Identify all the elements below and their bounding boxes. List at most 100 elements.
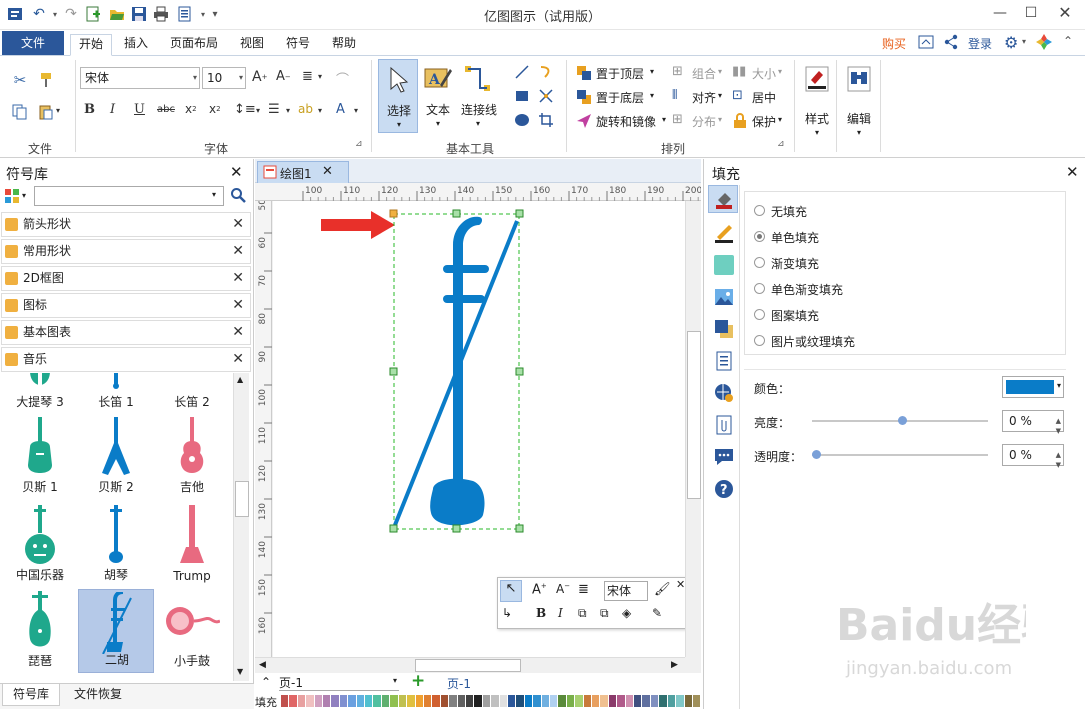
palette-swatch[interactable] <box>423 695 433 707</box>
library-category-2d-block[interactable]: 2D框图 ✕ <box>1 266 251 291</box>
palette-swatch[interactable] <box>457 695 466 707</box>
layer-tab-icon[interactable] <box>714 319 734 339</box>
symbol-grid-scrollbar[interactable]: ▲ ▼ <box>233 373 249 681</box>
radio-no-fill[interactable] <box>754 205 765 216</box>
close-category-icon[interactable]: ✕ <box>232 348 244 371</box>
settings-gear-icon[interactable]: ⚙ <box>1004 33 1018 52</box>
tab-insert[interactable]: 插入 <box>116 34 156 56</box>
tab-page-layout[interactable]: 页面布局 <box>162 34 226 56</box>
hscroll-right-icon[interactable]: ▶ <box>671 660 678 670</box>
palette-swatch[interactable] <box>373 695 382 707</box>
palette-swatch[interactable] <box>642 695 651 707</box>
minimize-button[interactable]: — <box>985 2 1015 24</box>
palette-swatch[interactable] <box>491 695 500 707</box>
close-document-icon[interactable]: ✕ <box>322 164 333 179</box>
library-category-common[interactable]: 常用形状 ✕ <box>1 239 251 264</box>
canvas-vertical-scrollbar[interactable] <box>685 201 701 657</box>
image-tab-icon[interactable] <box>714 287 734 307</box>
palette-swatch[interactable] <box>566 695 576 707</box>
mini-front-icon[interactable]: ⧉ <box>578 606 587 621</box>
transparency-slider[interactable] <box>812 450 988 459</box>
settings-dropdown-icon[interactable]: ▾ <box>1022 37 1026 46</box>
close-fill-panel-icon[interactable]: ✕ <box>1066 163 1079 181</box>
palette-swatch[interactable] <box>692 695 702 707</box>
palette-swatch[interactable] <box>449 695 458 707</box>
palette-swatch[interactable] <box>507 695 517 707</box>
library-category-basic-charts[interactable]: 基本图表 ✕ <box>1 320 251 345</box>
library-category-music[interactable]: 音乐 ✕ <box>1 347 251 372</box>
subscript-icon[interactable]: x2 <box>185 102 197 116</box>
close-category-icon[interactable]: ✕ <box>232 240 244 263</box>
close-category-icon[interactable]: ✕ <box>232 267 244 290</box>
edit-button[interactable]: 编辑 ▾ <box>842 62 876 142</box>
paste-dropdown-icon[interactable]: ▾ <box>56 106 60 115</box>
palette-swatch[interactable] <box>356 695 366 707</box>
palette-swatch[interactable] <box>608 695 618 707</box>
align-button[interactable]: ⫴ 对齐 ▾ <box>672 88 730 106</box>
palette-swatch[interactable] <box>676 695 685 707</box>
page-setup-tab-icon[interactable] <box>714 351 734 371</box>
library-menu-dropdown-icon[interactable]: ▾ <box>22 191 26 200</box>
customize-quick-access-icon[interactable]: ▾ <box>206 5 224 23</box>
radio-pattern-fill[interactable] <box>754 309 765 320</box>
palette-swatch[interactable] <box>516 695 525 707</box>
highlight-dropdown-icon[interactable]: ▾ <box>318 106 322 115</box>
paste-icon[interactable] <box>36 102 56 122</box>
palette-swatch[interactable] <box>474 695 483 707</box>
scroll-up-icon[interactable]: ▲ <box>237 375 243 384</box>
rotate-flip-button[interactable]: 旋转和镜像 ▾ <box>576 112 670 130</box>
export-icon[interactable] <box>176 5 194 23</box>
palette-swatch[interactable] <box>306 695 315 707</box>
palette-swatch[interactable] <box>465 695 475 707</box>
style-button[interactable]: 样式 ▾ <box>800 62 834 142</box>
tab-symbol[interactable]: 符号 <box>278 34 318 56</box>
mini-align-icon[interactable]: ≣ <box>578 582 589 597</box>
palette-swatch[interactable] <box>415 695 424 707</box>
palette-swatch[interactable] <box>297 695 307 707</box>
library-menu-icon[interactable] <box>4 188 20 204</box>
page-select[interactable]: 页-1 ▾ <box>279 674 399 691</box>
radio-gradient-fill[interactable] <box>754 257 765 268</box>
library-category-arrows[interactable]: 箭头形状 ✕ <box>1 212 251 237</box>
file-menu-button[interactable]: 文件 <box>2 31 64 55</box>
palette-swatch[interactable] <box>625 695 635 707</box>
document-tab[interactable]: 绘图1 ✕ <box>257 161 349 183</box>
palette-swatch[interactable] <box>558 695 567 707</box>
bullets-dropdown-icon[interactable]: ▾ <box>286 106 290 115</box>
erhu-shape[interactable] <box>389 209 525 535</box>
palette-swatch[interactable] <box>550 695 559 707</box>
select-tool-button[interactable]: 选择 ▾ <box>378 59 418 133</box>
line-tool-icon[interactable] <box>512 62 532 82</box>
font-dialog-launcher-icon[interactable]: ⊿ <box>355 139 363 149</box>
palette-swatch[interactable] <box>684 695 693 707</box>
palette-swatch[interactable] <box>314 695 324 707</box>
crop-tool-icon[interactable] <box>536 110 556 130</box>
mini-select-icon[interactable]: ↖ <box>500 580 522 602</box>
buy-link[interactable]: 购买 <box>882 35 906 52</box>
palette-swatch[interactable] <box>331 695 340 707</box>
save-icon[interactable] <box>130 5 148 23</box>
theme-icon[interactable] <box>1036 34 1052 50</box>
rectangle-tool-icon[interactable] <box>512 86 532 106</box>
mini-fill-icon[interactable]: ◈ <box>622 606 631 620</box>
drawing-page[interactable]: ↖ A+ A− ≣ 宋体 🖌 ✕ ↳ B I ⧉ ⧉ ◈ ✎ <box>273 201 687 657</box>
mini-format-painter-icon[interactable]: 🖌 <box>654 582 671 597</box>
close-library-panel-icon[interactable]: ✕ <box>230 163 243 181</box>
palette-swatch[interactable] <box>365 695 374 707</box>
font-color-icon[interactable]: A <box>336 102 345 117</box>
highlight-icon[interactable]: ab <box>298 102 313 116</box>
tab-view[interactable]: 视图 <box>232 34 272 56</box>
new-icon[interactable] <box>84 5 102 23</box>
palette-swatch[interactable] <box>499 695 508 707</box>
line-spacing-dropdown-icon[interactable]: ▾ <box>256 106 260 115</box>
palette-swatch[interactable] <box>281 695 290 707</box>
text-align-dropdown-icon[interactable]: ▾ <box>318 72 322 81</box>
palette-swatch[interactable] <box>634 695 643 707</box>
transparency-spinner[interactable]: 0 % ▲ ▼ <box>1002 444 1064 469</box>
bring-to-front-button[interactable]: 置于顶层 ▾ <box>576 64 668 82</box>
palette-swatch[interactable] <box>390 695 399 707</box>
brightness-spinner[interactable]: 0 % ▲ ▼ <box>1002 410 1064 435</box>
palette-swatch[interactable] <box>617 695 626 707</box>
palette-swatch[interactable] <box>440 695 450 707</box>
palette-swatch[interactable] <box>659 695 668 707</box>
